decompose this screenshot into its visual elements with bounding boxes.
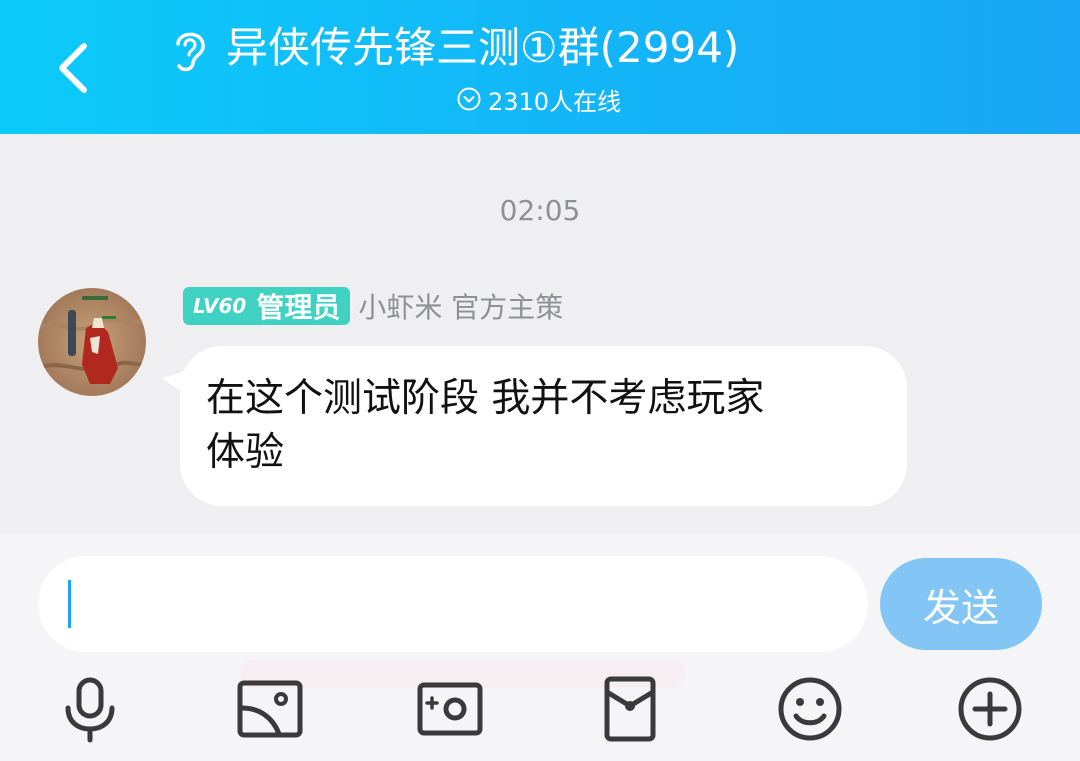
message-bubble[interactable]: 在这个测试阶段 我并不考虑玩家 体验 (180, 346, 907, 506)
role-badge: 管理员 (256, 291, 341, 324)
chevron-down-circle-icon (457, 87, 481, 111)
sender-info: LV60 管理员 小虾米 官方主策 (183, 286, 563, 326)
chat-app: 异侠传先锋三测①群(2994) 2310人在线 02:05 LV60 管理员 小… (0, 0, 1080, 761)
avatar-image (38, 288, 146, 396)
send-button[interactable]: 发送 (880, 558, 1042, 650)
member-badge: LV60 管理员 (183, 287, 351, 325)
red-packet-icon[interactable] (595, 674, 665, 744)
top-bar: 异侠传先锋三测①群(2994) 2310人在线 (0, 0, 1080, 134)
ear-icon[interactable] (164, 24, 214, 76)
sender-name[interactable]: 小虾米 官方主策 (358, 286, 563, 326)
back-button[interactable] (40, 30, 110, 106)
message-list[interactable]: 02:05 LV60 管理员 小虾米 官方主策 在这个测试阶段 我并不考虑玩家 … (0, 134, 1080, 534)
image-icon[interactable] (235, 674, 305, 744)
avatar[interactable] (38, 288, 146, 396)
microphone-icon[interactable] (55, 674, 125, 744)
message-timestamp: 02:05 (499, 194, 581, 227)
chevron-left-icon (59, 43, 87, 93)
level-badge: LV60 (193, 294, 247, 318)
online-count[interactable]: 2310人在线 (456, 82, 621, 116)
camera-icon[interactable] (415, 674, 485, 744)
plus-icon[interactable] (955, 674, 1025, 744)
emoji-icon[interactable] (775, 674, 845, 744)
group-title[interactable]: 异侠传先锋三测①群(2994) (226, 20, 739, 76)
message-text: 在这个测试阶段 我并不考虑玩家 体验 (206, 376, 765, 475)
message-input[interactable] (38, 556, 868, 652)
text-cursor (68, 580, 71, 628)
online-count-label: 2310人在线 (488, 87, 622, 116)
input-bar: 发送 (0, 534, 1080, 761)
